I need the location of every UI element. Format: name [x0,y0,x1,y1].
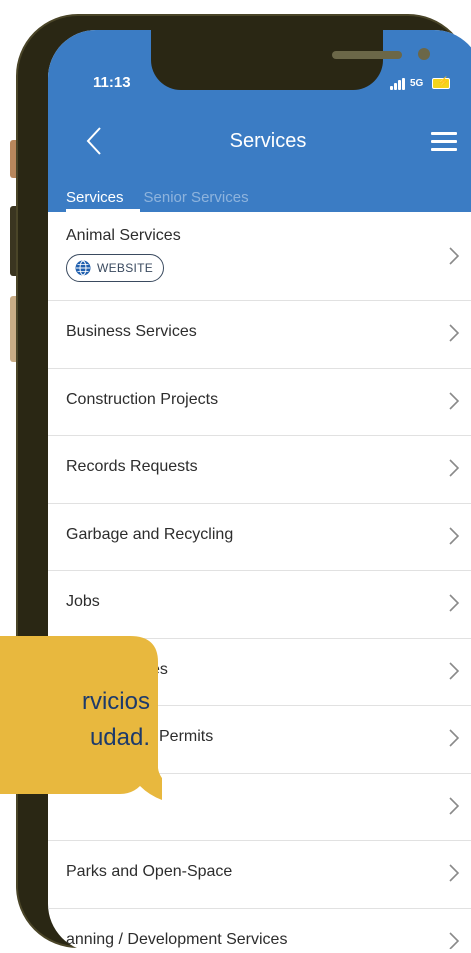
chevron-right-icon [449,324,460,342]
app-header: 11:13 5G ⚡ Services Services Senior Serv… [48,30,471,212]
menu-button[interactable] [431,132,457,152]
list-item-label: Parks and Open-Space [66,863,233,880]
chevron-right-icon [449,864,460,882]
battery-icon: ⚡ [432,77,450,89]
website-button[interactable]: WEBSITE [66,254,165,282]
chevron-right-icon [449,459,460,477]
list-item-jobs[interactable]: Jobs [48,571,471,639]
chevron-right-icon [449,594,460,612]
website-button-label: WEBSITE [97,261,154,275]
page-title: Services [229,130,307,152]
list-item-construction-projects[interactable]: Construction Projects [48,369,471,436]
status-indicators: 5G ⚡ [390,76,450,92]
list-item-animal-services[interactable]: Animal Services WEBSITE [48,212,471,301]
list-item-label: Permits [159,728,214,745]
list-item-label: Jobs [66,593,100,610]
list-item-label: anning / Development Services [66,930,288,948]
chevron-right-icon [449,729,460,747]
services-list: Animal Services WEBSITE Business Service… [48,212,471,952]
list-item-label: Business Services [66,323,197,340]
list-item-business-services[interactable]: Business Services [48,301,471,369]
list-item-records-requests[interactable]: Records Requests [48,436,471,504]
speech-bubble-text: rvicios udad. [0,684,150,756]
chevron-right-icon [449,796,460,815]
list-item-label: Animal Services [66,227,181,244]
list-item-garbage-recycling[interactable]: Garbage and Recycling [48,504,471,571]
list-item-planning-development[interactable]: anning / Development Services [48,909,471,953]
phone-notch [151,30,430,90]
speech-bubble-line: udad. [89,724,150,751]
tab-senior-services[interactable]: Senior Services [144,189,249,206]
tab-services[interactable]: Services [66,189,124,206]
chevron-right-icon [449,931,460,950]
speaker-grille [332,51,402,59]
chevron-right-icon [449,247,460,265]
list-item-label: Records Requests [66,458,198,475]
chevron-left-icon [86,127,101,155]
chevron-right-icon [449,391,460,410]
speech-bubble-line: rvicios [81,688,150,715]
list-item-parks-open-space[interactable]: Parks and Open-Space [48,841,471,909]
status-time: 11:13 [93,74,131,91]
front-camera [418,48,430,60]
back-button[interactable] [86,126,102,161]
chevron-right-icon [449,526,460,545]
globe-icon [75,260,91,276]
signal-icon [390,78,407,90]
list-item-label: Garbage and Recycling [66,525,234,543]
network-type: 5G [410,78,424,89]
list-item-label: Construction Projects [66,390,219,408]
chevron-right-icon [449,661,460,680]
tab-bar: Services Senior Services [66,189,269,206]
